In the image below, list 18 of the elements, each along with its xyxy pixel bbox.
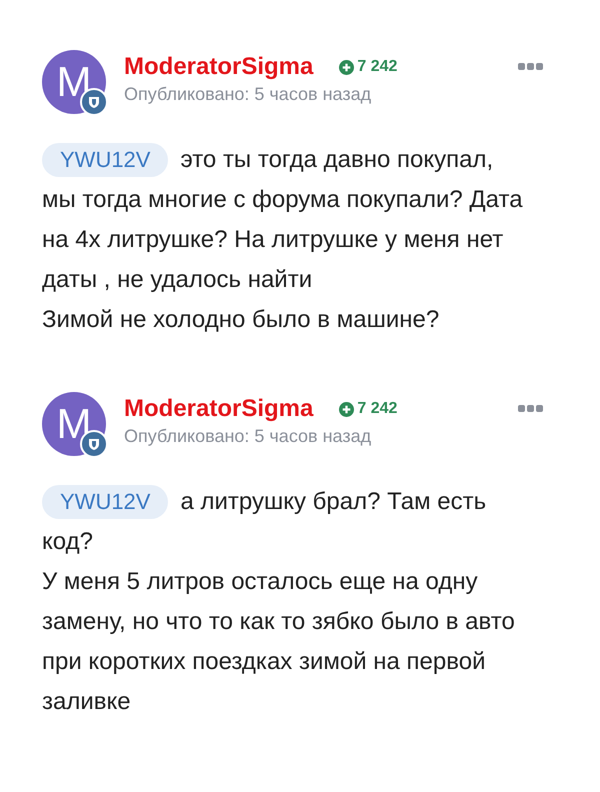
reputation-count: 7 242 — [357, 399, 398, 419]
comment-text: код? — [42, 527, 94, 557]
more-icon[interactable] — [518, 63, 544, 71]
plus-icon — [339, 402, 354, 416]
publish-time: Опубликовано: 5 часов назад — [124, 425, 372, 448]
publish-time: Опубликовано: 5 часов назад — [124, 83, 372, 106]
plus-icon — [339, 60, 354, 74]
more-icon[interactable] — [518, 405, 544, 413]
author-name[interactable]: ModeratorSigma — [124, 394, 314, 424]
reputation-count: 7 242 — [357, 57, 398, 77]
comment-text: мы тогда многие с форума покупали? Дата на 4х литрушке? На литрушке у меня нет даты , не удалось найти — [42, 185, 524, 295]
user-mention[interactable]: YWU12V — [42, 485, 168, 519]
user-mention[interactable]: YWU12V — [42, 143, 168, 177]
comment-text: У меня 5 литров осталось еще на одну замену, но что то как то зябко было в авто при коротких поездках зимой на первой заливке — [42, 567, 516, 717]
comment-text: Зимой не холодно было в машине? — [42, 305, 440, 335]
comment-text: это ты тогда давно покупал, — [180, 145, 494, 175]
author-name[interactable]: ModeratorSigma — [124, 52, 314, 82]
comment-text: а литрушку брал? Там есть — [180, 487, 486, 517]
